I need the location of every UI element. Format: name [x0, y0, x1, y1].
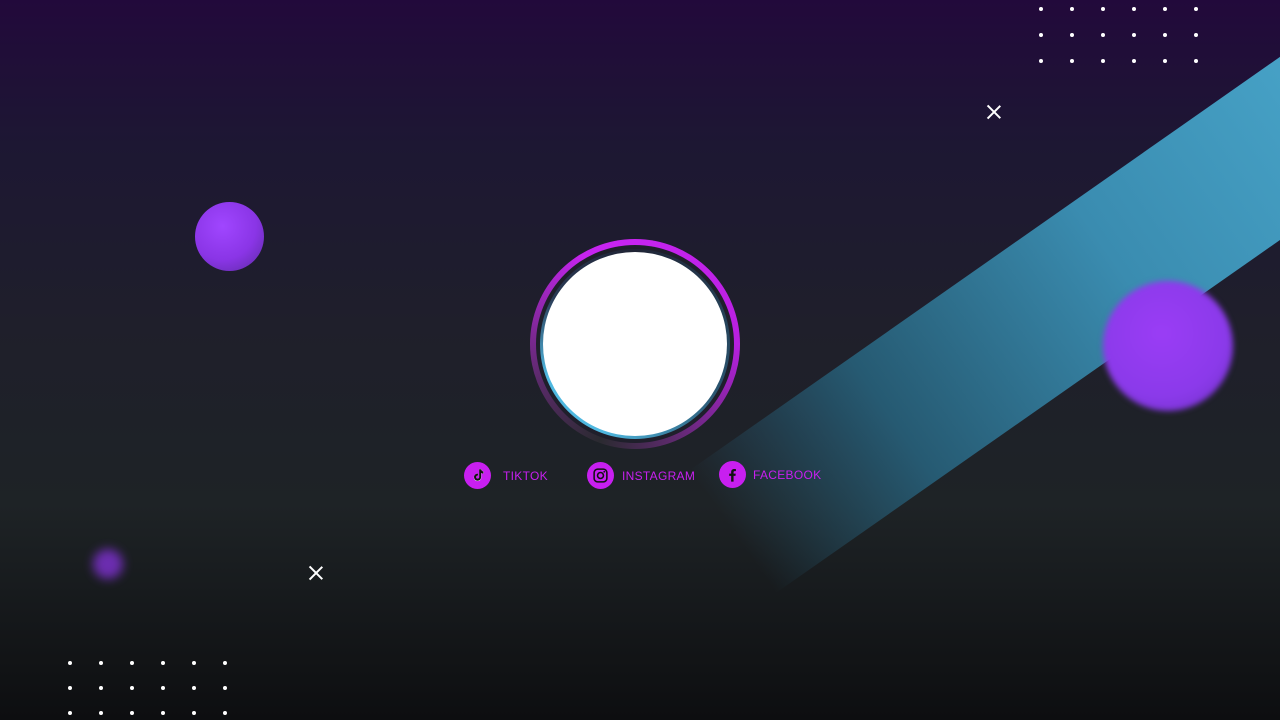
social-link-facebook[interactable]: FACEBOOK [719, 461, 821, 488]
purple-orb-left [195, 202, 264, 271]
tiktok-icon [464, 462, 491, 489]
decorative-stripe-top-left [0, 0, 168, 13]
purple-orb-small-blurred [93, 549, 123, 579]
dot-grid-top-right [1039, 7, 1198, 63]
social-label-tiktok: TIKTOK [503, 468, 548, 483]
social-link-tiktok[interactable]: TIKTOK [464, 462, 548, 489]
social-link-instagram[interactable]: INSTAGRAM [587, 462, 695, 489]
cross-decoration-icon [308, 565, 324, 581]
social-label-instagram: INSTAGRAM [622, 468, 696, 483]
dot-grid-bottom-left [68, 661, 227, 715]
cross-decoration-icon [986, 104, 1002, 120]
facebook-icon [719, 461, 746, 488]
purple-orb-right [1103, 281, 1233, 411]
avatar-placeholder [543, 252, 727, 436]
instagram-icon [587, 462, 614, 489]
social-label-facebook: FACEBOOK [753, 467, 822, 482]
